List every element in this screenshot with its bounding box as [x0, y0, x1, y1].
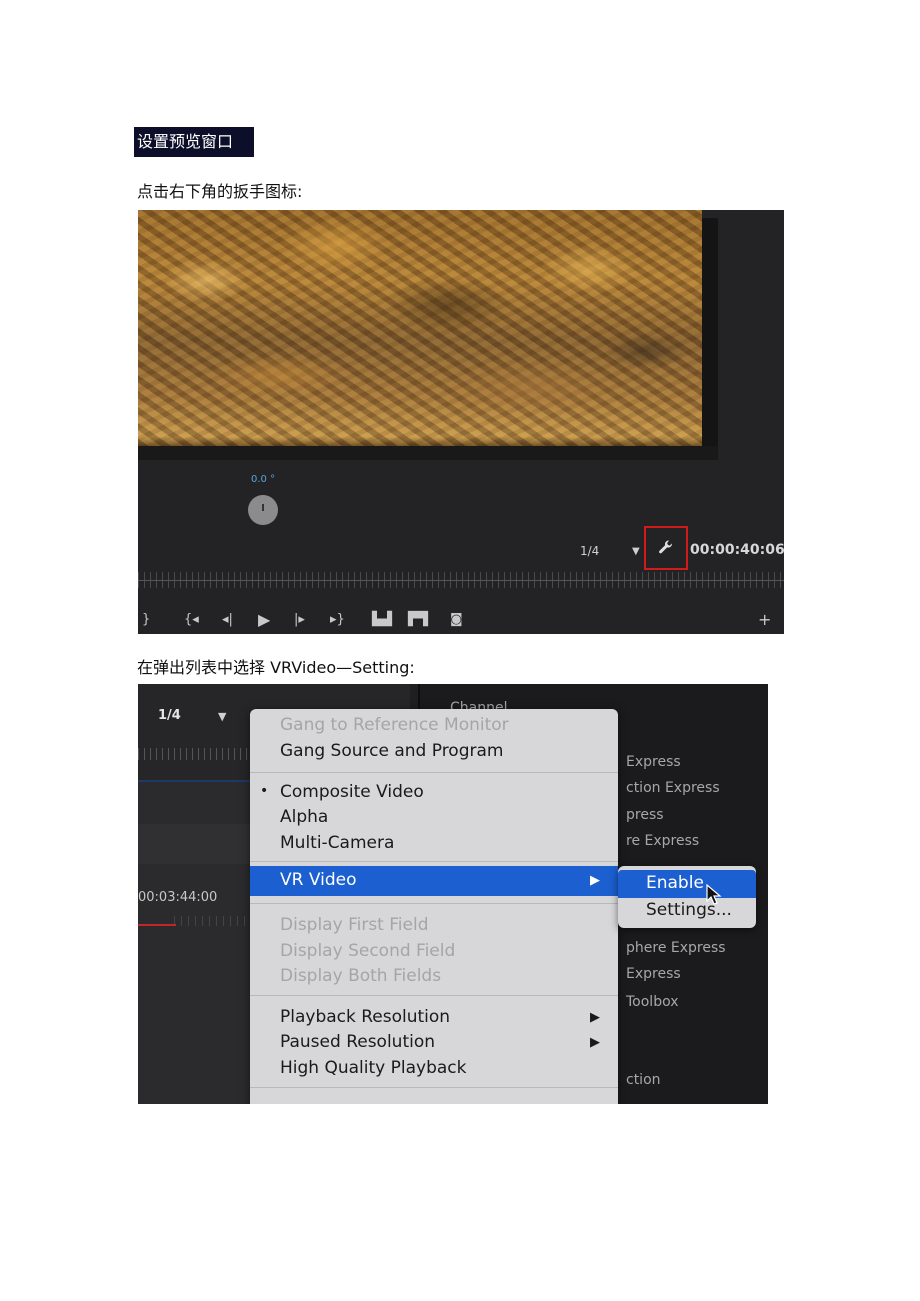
- monitor-context-menu: Gang to Reference Monitor Gang Source an…: [250, 709, 618, 1104]
- submenu-item-enable[interactable]: Enable: [646, 873, 704, 893]
- submenu-arrow-icon: ▶: [590, 1035, 600, 1050]
- triangle-down-icon[interactable]: ▼: [218, 710, 226, 723]
- transport-controls: } {◂ ◂| ▶ |▸ ▸} ▙▟ ▛▜ ◙ +: [138, 608, 784, 632]
- context-menu-screenshot: 1/4 ▼ 00:03:44:00 Channel Express ction …: [138, 684, 768, 1104]
- video-frame: [138, 210, 702, 446]
- scale-select[interactable]: 1/4: [158, 708, 181, 723]
- add-icon[interactable]: +: [758, 608, 771, 632]
- menu-item-high-quality-playback[interactable]: High Quality Playback: [280, 1058, 466, 1078]
- menu-item-alpha[interactable]: Alpha: [280, 807, 328, 827]
- menu-separator: [250, 861, 618, 862]
- angle-label: 0.0 °: [251, 474, 276, 485]
- instruction-text-1: 点击右下角的扳手图标:: [137, 182, 303, 201]
- play-icon[interactable]: ▶: [258, 608, 270, 632]
- playhead-timecode: 00:00:40:06: [690, 542, 784, 558]
- menu-item-display-first-field[interactable]: Display First Field: [280, 915, 428, 935]
- ruler-line: [138, 580, 784, 581]
- list-item[interactable]: press: [626, 807, 664, 823]
- submenu-arrow-icon: ▶: [590, 873, 600, 888]
- extract-icon[interactable]: ▛▜: [408, 608, 428, 632]
- menu-item-composite-video[interactable]: Composite Video: [280, 782, 424, 802]
- rotation-dial[interactable]: [248, 495, 278, 525]
- go-to-out-icon[interactable]: ▸}: [330, 608, 345, 632]
- wrench-icon[interactable]: [657, 539, 675, 557]
- menu-item-paused-resolution[interactable]: Paused Resolution: [280, 1032, 435, 1052]
- step-back-icon[interactable]: ◂|: [222, 608, 233, 632]
- list-item[interactable]: ction: [626, 1072, 661, 1088]
- instruction-text-2: 在弹出列表中选择 VRVideo—Setting:: [137, 658, 415, 677]
- mark-out-icon[interactable]: }: [142, 608, 150, 632]
- list-item[interactable]: ction Express: [626, 780, 720, 796]
- menu-separator: [250, 903, 618, 904]
- frame-bottom-shadow: [138, 446, 718, 460]
- mouse-pointer-icon: [706, 884, 722, 905]
- list-item[interactable]: Express: [626, 966, 681, 982]
- list-item[interactable]: Express: [626, 754, 681, 770]
- menu-item-vr-video[interactable]: VR Video: [280, 870, 356, 890]
- menu-separator: [250, 995, 618, 996]
- work-area-marker: [138, 924, 176, 926]
- list-item[interactable]: re Express: [626, 833, 699, 849]
- menu-separator: [250, 772, 618, 773]
- list-item[interactable]: phere Express: [626, 940, 726, 956]
- list-item[interactable]: Toolbox: [626, 994, 679, 1010]
- submenu-arrow-icon: ▶: [590, 1010, 600, 1025]
- menu-item-display-both-fields[interactable]: Display Both Fields: [280, 966, 441, 986]
- menu-item-gang-to-reference[interactable]: Gang to Reference Monitor: [280, 715, 509, 735]
- preview-monitor-screenshot: 0.0 ° 1/4 ▼ 00:00:40:06 } {◂ ◂| ▶ |▸ ▸} …: [138, 210, 784, 634]
- wrench-highlight-box[interactable]: [644, 526, 688, 570]
- lift-icon[interactable]: ▙▟: [372, 608, 392, 632]
- scale-select[interactable]: 1/4: [580, 544, 599, 558]
- menu-item-multi-camera[interactable]: Multi-Camera: [280, 833, 394, 853]
- frame-shadow: [702, 218, 718, 446]
- vr-video-submenu: Enable Settings...: [618, 866, 756, 928]
- menu-separator: [250, 1087, 618, 1088]
- triangle-down-icon[interactable]: ▼: [632, 546, 640, 557]
- camera-icon[interactable]: ◙: [450, 608, 463, 632]
- menu-item-gang-source-program[interactable]: Gang Source and Program: [280, 741, 503, 761]
- section-heading: 设置预览窗口: [134, 127, 254, 157]
- bullet-icon: •: [260, 783, 269, 799]
- go-to-in-icon[interactable]: {◂: [184, 608, 199, 632]
- step-forward-icon[interactable]: |▸: [294, 608, 305, 632]
- menu-item-playback-resolution[interactable]: Playback Resolution: [280, 1007, 450, 1027]
- menu-item-display-second-field[interactable]: Display Second Field: [280, 941, 455, 961]
- sequence-timecode: 00:03:44:00: [138, 890, 218, 905]
